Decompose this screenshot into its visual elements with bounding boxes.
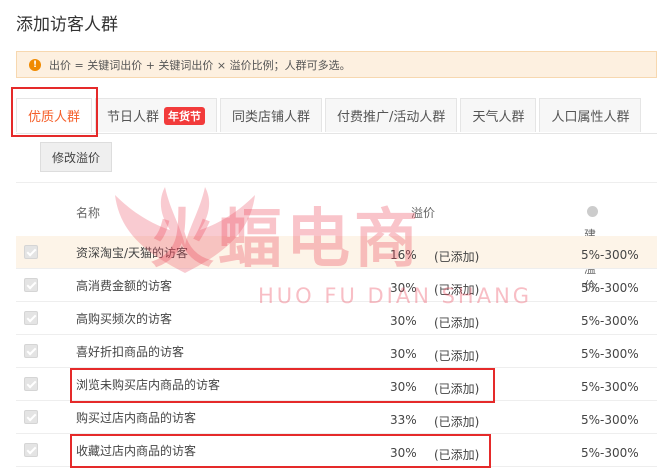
- row-checkbox[interactable]: [24, 344, 38, 358]
- highlight-box: [70, 368, 495, 403]
- row-suggest: 5%-300%: [581, 380, 639, 394]
- header-premium: 溢价: [411, 206, 436, 220]
- crowd-tabs: 优质人群 节日人群 年货节 同类店铺人群 付费推广/活动人群 天气人群 人口属性人…: [16, 95, 657, 134]
- row-checkbox[interactable]: [24, 377, 38, 391]
- row-premium: 16%: [390, 248, 417, 262]
- highlight-box: [70, 434, 491, 468]
- help-icon[interactable]: [587, 206, 598, 217]
- highlight-box: [11, 87, 98, 137]
- tab-label: 同类店铺人群: [232, 110, 311, 125]
- table-row: 购买过店内商品的访客 33% (已添加) 5%-300%: [16, 401, 657, 434]
- row-checkbox[interactable]: [24, 443, 38, 457]
- table-row: 资深淘宝/天猫的访客 16% (已添加) 5%-300%: [16, 236, 657, 269]
- notice-text: 出价 = 关键词出价 + 关键词出价 × 溢价比例；人群可多选。: [49, 58, 351, 72]
- row-name: 购买过店内商品的访客: [76, 411, 197, 425]
- row-added-status: (已添加): [434, 283, 480, 297]
- row-premium: 33%: [390, 413, 417, 427]
- row-checkbox[interactable]: [24, 278, 38, 292]
- row-added-status: (已添加): [434, 316, 480, 330]
- row-suggest: 5%-300%: [581, 347, 639, 361]
- row-name: 资深淘宝/天猫的访客: [76, 246, 189, 260]
- row-checkbox[interactable]: [24, 311, 38, 325]
- tab-similar-shop-crowd[interactable]: 同类店铺人群: [220, 98, 323, 132]
- row-suggest: 5%-300%: [581, 248, 639, 262]
- row-added-status: (已添加): [434, 415, 480, 429]
- tab-paid-promotion-crowd[interactable]: 付费推广/活动人群: [325, 98, 458, 132]
- toolbar: 修改溢价: [16, 134, 657, 183]
- table-row: 高购买频次的访客 30% (已添加) 5%-300%: [16, 302, 657, 335]
- row-checkbox[interactable]: [24, 245, 38, 259]
- tab-demographic-crowd[interactable]: 人口属性人群: [539, 98, 642, 132]
- row-name: 高购买频次的访客: [76, 312, 173, 326]
- row-added-status: (已添加): [434, 349, 480, 363]
- tab-label: 人口属性人群: [551, 110, 630, 125]
- new-year-badge: 年货节: [164, 106, 206, 125]
- warning-icon: !: [29, 58, 41, 71]
- row-added-status: (已添加): [434, 250, 480, 264]
- table-row: 高消费金额的访客 30% (已添加) 5%-300%: [16, 269, 657, 302]
- page-title: 添加访客人群: [16, 15, 118, 35]
- modify-premium-button[interactable]: 修改溢价: [40, 142, 112, 172]
- table-header: 名称 溢价 建议溢价: [16, 182, 657, 293]
- notice-bar: ! 出价 = 关键词出价 + 关键词出价 × 溢价比例；人群可多选。: [16, 51, 657, 78]
- header-suggest: 建议溢价: [584, 204, 598, 293]
- header-name: 名称: [76, 206, 101, 220]
- row-premium: 30%: [390, 347, 417, 361]
- row-suggest: 5%-300%: [581, 314, 639, 328]
- tab-label: 付费推广/活动人群: [337, 110, 446, 125]
- tab-label: 节日人群: [107, 110, 160, 125]
- tab-holiday-crowd[interactable]: 节日人群 年货节: [95, 98, 218, 132]
- row-suggest: 5%-300%: [581, 413, 639, 427]
- tab-weather-crowd[interactable]: 天气人群: [460, 98, 537, 132]
- row-suggest: 5%-300%: [581, 446, 639, 460]
- tab-label: 天气人群: [472, 110, 525, 125]
- row-name: 喜好折扣商品的访客: [76, 345, 185, 359]
- row-premium: 30%: [390, 314, 417, 328]
- row-premium: 30%: [390, 281, 417, 295]
- row-name: 高消费金额的访客: [76, 279, 173, 293]
- row-checkbox[interactable]: [24, 410, 38, 424]
- table-row: 喜好折扣商品的访客 30% (已添加) 5%-300%: [16, 335, 657, 368]
- row-suggest: 5%-300%: [581, 281, 639, 295]
